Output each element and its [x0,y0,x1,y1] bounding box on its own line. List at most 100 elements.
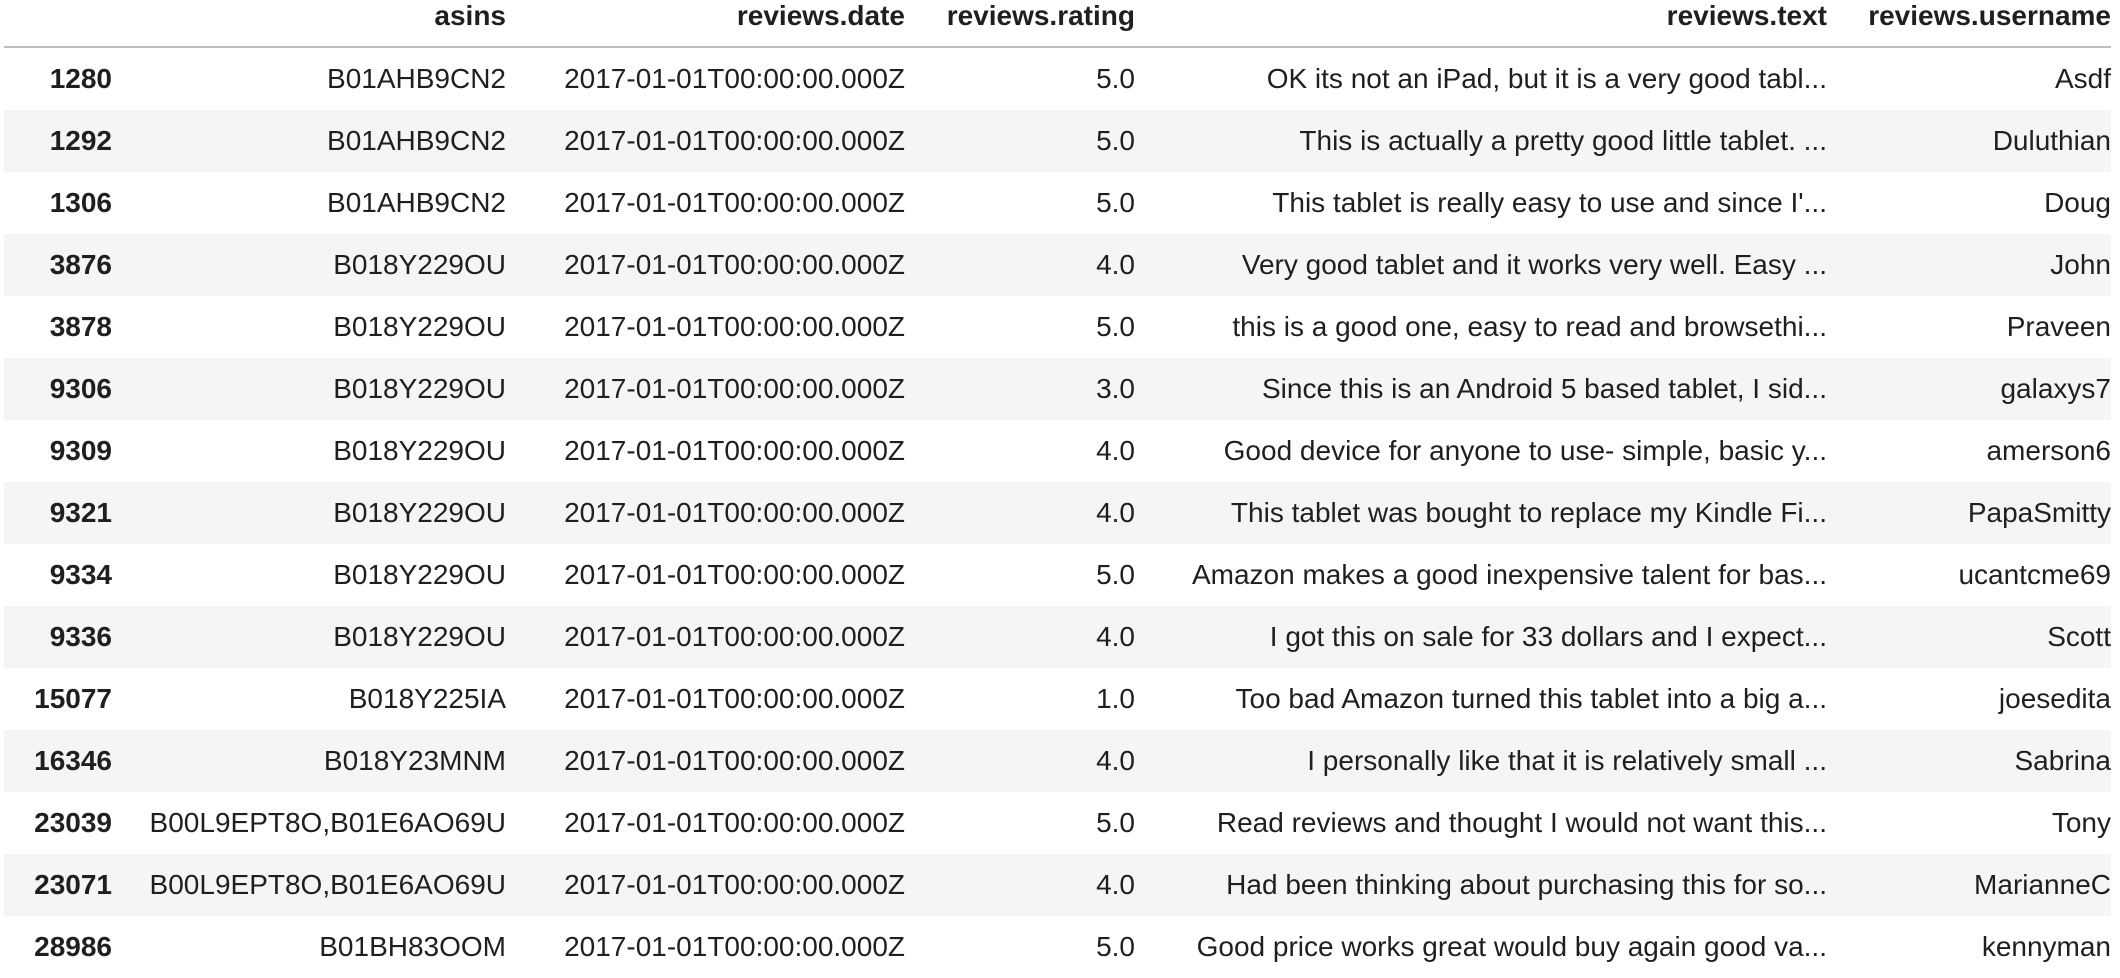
header-reviews-text: reviews.text [1135,0,1827,48]
table-row: 16346 B018Y23MNM 2017-01-01T00:00:00.000… [4,730,2111,792]
table-body: 1280 B01AHB9CN2 2017-01-01T00:00:00.000Z… [4,47,2111,978]
table-row: 28986 B01BH83OOM 2017-01-01T00:00:00.000… [4,916,2111,978]
cell-rating: 1.0 [1096,683,1135,714]
cell-text: This is actually a pretty good little ta… [1299,125,1827,156]
row-index: 1292 [49,125,112,156]
cell-username: ucantcme69 [1958,559,2111,590]
row-index: 1280 [49,63,112,94]
row-index: 23039 [34,807,112,838]
cell-date: 2017-01-01T00:00:00.000Z [564,807,905,838]
cell-asins: B018Y225IA [348,683,506,714]
cell-date: 2017-01-01T00:00:00.000Z [564,745,905,776]
cell-rating: 5.0 [1096,63,1135,94]
cell-asins: B018Y229OU [333,373,506,404]
table-row: 23039 B00L9EPT8O,B01E6AO69U 2017-01-01T0… [4,792,2111,854]
row-index: 28986 [34,931,112,962]
cell-date: 2017-01-01T00:00:00.000Z [564,311,905,342]
cell-text: this is a good one, easy to read and bro… [1232,311,1827,342]
notebook-output: asins reviews.date reviews.rating review… [0,0,2120,964]
cell-text: This tablet was bought to replace my Kin… [1230,497,1827,528]
cell-text: Too bad Amazon turned this tablet into a… [1235,683,1828,714]
table-row: 1306 B01AHB9CN2 2017-01-01T00:00:00.000Z… [4,172,2111,234]
cell-asins: B01BH83OOM [319,931,506,962]
row-index: 15077 [34,683,112,714]
row-index: 23071 [34,869,112,900]
cell-text: Since this is an Android 5 based tablet,… [1261,373,1827,404]
row-index: 9306 [49,373,112,404]
row-index: 3876 [49,249,112,280]
row-index: 9334 [49,559,112,590]
cell-text: Good device for anyone to use- simple, b… [1223,435,1827,466]
cell-username: joesedita [1998,683,2111,714]
cell-date: 2017-01-01T00:00:00.000Z [564,683,905,714]
row-index: 9336 [49,621,112,652]
table-row: 3878 B018Y229OU 2017-01-01T00:00:00.000Z… [4,296,2111,358]
cell-username: Praveen [2006,311,2111,342]
cell-text: This tablet is really easy to use and si… [1272,187,1827,218]
cell-rating: 4.0 [1096,745,1135,776]
cell-rating: 5.0 [1096,559,1135,590]
cell-rating: 4.0 [1096,497,1135,528]
cell-username: amerson6 [1986,435,2111,466]
cell-username: PapaSmitty [1967,497,2111,528]
table-row: 9336 B018Y229OU 2017-01-01T00:00:00.000Z… [4,606,2111,668]
header-reviews-date: reviews.date [506,0,905,48]
cell-asins: B00L9EPT8O,B01E6AO69U [149,869,506,900]
cell-text: Had been thinking about purchasing this … [1226,869,1827,900]
cell-date: 2017-01-01T00:00:00.000Z [564,621,905,652]
cell-date: 2017-01-01T00:00:00.000Z [564,125,905,156]
cell-date: 2017-01-01T00:00:00.000Z [564,435,905,466]
cell-rating: 4.0 [1096,869,1135,900]
cell-username: kennyman [1981,931,2111,962]
cell-asins: B00L9EPT8O,B01E6AO69U [149,807,506,838]
cell-date: 2017-01-01T00:00:00.000Z [564,187,905,218]
cell-text: Good price works great would buy again g… [1196,931,1827,962]
table-row: 15077 B018Y225IA 2017-01-01T00:00:00.000… [4,668,2111,730]
cell-username: Doug [2044,187,2111,218]
cell-date: 2017-01-01T00:00:00.000Z [564,559,905,590]
header-reviews-rating: reviews.rating [905,0,1135,48]
cell-asins: B01AHB9CN2 [327,187,506,218]
cell-username: Asdf [2054,63,2111,94]
table-row: 9306 B018Y229OU 2017-01-01T00:00:00.000Z… [4,358,2111,420]
cell-rating: 4.0 [1096,621,1135,652]
cell-asins: B018Y23MNM [323,745,506,776]
cell-username: Sabrina [2014,745,2111,776]
cell-rating: 5.0 [1096,807,1135,838]
row-index: 3878 [49,311,112,342]
header-row: asins reviews.date reviews.rating review… [4,0,2111,48]
row-index: 1306 [49,187,112,218]
cell-username: galaxys7 [2000,373,2111,404]
cell-asins: B018Y229OU [333,497,506,528]
cell-rating: 5.0 [1096,125,1135,156]
cell-asins: B018Y229OU [333,311,506,342]
dataframe-table: asins reviews.date reviews.rating review… [4,0,2111,978]
cell-username: MarianneC [1974,869,2111,900]
cell-asins: B01AHB9CN2 [327,125,506,156]
cell-date: 2017-01-01T00:00:00.000Z [564,63,905,94]
cell-rating: 5.0 [1096,931,1135,962]
cell-username: Duluthian [1992,125,2111,156]
table-row: 9334 B018Y229OU 2017-01-01T00:00:00.000Z… [4,544,2111,606]
row-index: 16346 [34,745,112,776]
header-index [4,0,112,48]
cell-asins: B018Y229OU [333,249,506,280]
cell-username: Tony [2051,807,2111,838]
cell-asins: B01AHB9CN2 [327,63,506,94]
cell-asins: B018Y229OU [333,435,506,466]
cell-rating: 4.0 [1096,435,1135,466]
cell-text: Very good tablet and it works very well.… [1241,249,1827,280]
table-row: 23071 B00L9EPT8O,B01E6AO69U 2017-01-01T0… [4,854,2111,916]
cell-username: Scott [2047,621,2111,652]
cell-username: John [2050,249,2111,280]
cell-date: 2017-01-01T00:00:00.000Z [564,497,905,528]
cell-date: 2017-01-01T00:00:00.000Z [564,931,905,962]
header-reviews-username: reviews.username [1827,0,2111,48]
cell-text: Amazon makes a good inexpensive talent f… [1191,559,1827,590]
cell-rating: 5.0 [1096,311,1135,342]
cell-text: I got this on sale for 33 dollars and I … [1269,621,1827,652]
header-asins: asins [112,0,506,48]
cell-rating: 4.0 [1096,249,1135,280]
cell-date: 2017-01-01T00:00:00.000Z [564,869,905,900]
table-row: 3876 B018Y229OU 2017-01-01T00:00:00.000Z… [4,234,2111,296]
